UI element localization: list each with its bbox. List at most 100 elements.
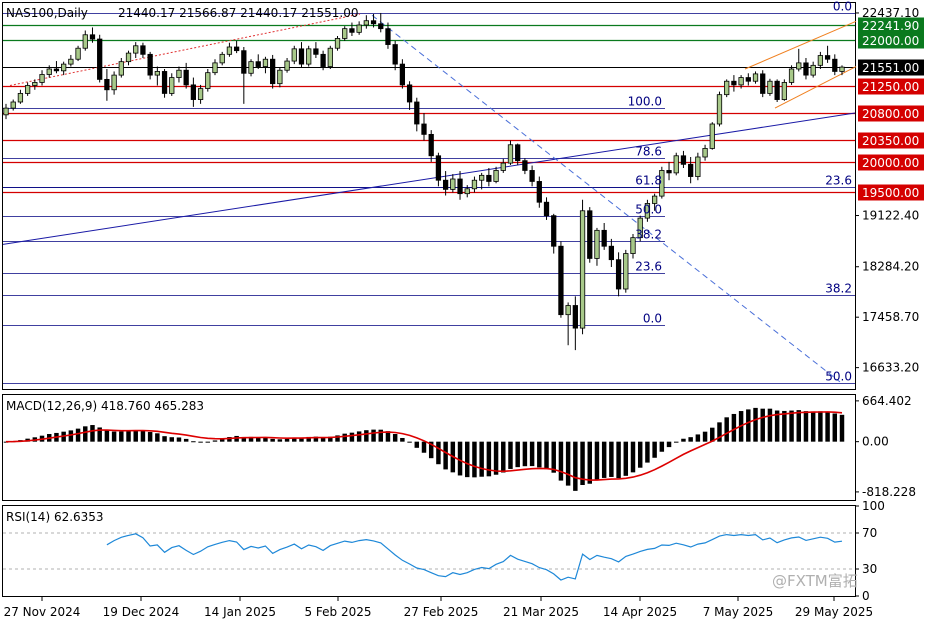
date-tick-label: 19 Dec 2024 <box>103 605 180 619</box>
candle-body <box>212 62 218 74</box>
date-tick-label: 5 Feb 2025 <box>304 605 371 619</box>
candle-body <box>731 80 737 86</box>
candle-body <box>111 74 117 91</box>
fib-label: 61.8 <box>635 174 662 188</box>
macd-histogram-bar <box>371 429 376 442</box>
candle-body <box>10 101 16 109</box>
fib-label: 0.0 <box>643 312 662 326</box>
candle-body <box>428 133 434 157</box>
fib-label: 100.0 <box>628 95 662 109</box>
candle-body <box>82 34 88 49</box>
candle-body <box>515 144 521 162</box>
candle-body <box>320 53 326 67</box>
macd-histogram-bar <box>767 408 773 442</box>
candle-body <box>536 181 542 203</box>
candle-body <box>709 123 715 149</box>
macd-histogram-bar <box>284 438 290 442</box>
candle-body <box>349 28 355 33</box>
candle-body <box>623 253 629 290</box>
candle-body <box>306 48 312 65</box>
macd-histogram-bar <box>183 438 189 442</box>
macd-histogram-bar <box>436 441 441 465</box>
candle-body <box>601 229 607 247</box>
candle-body <box>464 188 470 195</box>
macd-histogram-bar <box>515 441 520 468</box>
macd-histogram-bar <box>529 441 535 467</box>
macd-histogram-bar <box>688 437 693 442</box>
macd-histogram-bar <box>501 441 506 473</box>
macd-histogram-bar <box>104 430 110 442</box>
date-tick-label: 14 Apr 2025 <box>603 605 677 619</box>
macd-histogram-bar <box>349 432 355 442</box>
candle-body <box>356 24 362 33</box>
date-tick-label: 27 Nov 2024 <box>4 605 81 619</box>
candle-body <box>183 69 189 86</box>
macd-histogram-bar <box>443 441 448 470</box>
candle-body <box>363 20 369 26</box>
candle-body <box>587 210 593 259</box>
macd-histogram-bar <box>111 431 117 442</box>
macd-histogram-bar <box>637 441 643 468</box>
candle-body <box>3 107 9 116</box>
candle-body <box>118 61 124 76</box>
candle-body <box>370 20 377 25</box>
level-tag-label: 19500.00 <box>862 186 919 200</box>
candle-body <box>392 44 398 65</box>
macd-tick-label: -818.228 <box>862 485 916 499</box>
fib-label: 78.6 <box>635 145 662 159</box>
candle-body <box>176 69 182 78</box>
candle-body <box>486 174 492 182</box>
candle-body <box>248 61 254 74</box>
macd-histogram-bar <box>702 431 708 442</box>
candle-body <box>594 229 600 259</box>
macd-histogram-bar <box>760 408 765 442</box>
price-tick-label: 19122.40 <box>862 209 919 223</box>
fib-label: 50.0 <box>825 370 852 384</box>
candle-body <box>738 77 744 86</box>
candle-body <box>774 80 780 100</box>
macd-histogram-bar <box>753 407 758 442</box>
candle-body <box>378 23 384 30</box>
macd-histogram-bar <box>270 438 275 442</box>
price-tick-label: 17458.70 <box>862 310 919 324</box>
candle-body <box>435 155 442 181</box>
rsi-tick-label: 0 <box>862 589 870 603</box>
level-tag-label: 20800.00 <box>862 107 919 121</box>
macd-histogram-bar <box>75 428 81 442</box>
macd-histogram-bar <box>522 441 528 467</box>
macd-histogram-bar <box>508 441 513 469</box>
candle-body <box>399 63 406 86</box>
candle-body <box>716 94 723 125</box>
macd-histogram-bar <box>630 441 636 473</box>
candle-body <box>752 73 759 82</box>
candle-body <box>53 68 60 72</box>
candle-body <box>147 53 153 76</box>
chart-window: 22241.90 22000.00 21551.00 21250.00 20800.00… <box>0 0 936 624</box>
macd-histogram-bar <box>594 441 600 481</box>
macd-histogram-bar <box>537 441 542 468</box>
level-tag-label: 21250.00 <box>862 80 919 94</box>
candle-body <box>277 69 283 85</box>
fib-label: 23.6 <box>825 174 852 188</box>
candle-body <box>608 245 615 261</box>
candle-body <box>97 38 103 80</box>
level-tag-label: 20350.00 <box>862 134 919 148</box>
candle-body <box>68 58 74 65</box>
candle-body <box>219 53 225 64</box>
candle-body <box>760 73 766 94</box>
macd-histogram-bar <box>493 441 499 475</box>
macd-histogram-bar <box>421 441 427 453</box>
candle-body <box>385 28 391 45</box>
candle-body <box>615 259 622 290</box>
candle-body <box>457 178 463 195</box>
level-tag-label: 22241.90 <box>862 19 919 33</box>
macd-histogram-bar <box>645 441 650 463</box>
macd-histogram-bar <box>746 409 751 442</box>
candle-body <box>154 71 160 76</box>
candle-body <box>817 55 824 66</box>
macd-histogram-bar <box>674 441 679 443</box>
candle-body <box>161 71 168 94</box>
candle-body <box>284 60 290 71</box>
candle-body <box>190 84 197 100</box>
candle-body <box>832 58 838 72</box>
